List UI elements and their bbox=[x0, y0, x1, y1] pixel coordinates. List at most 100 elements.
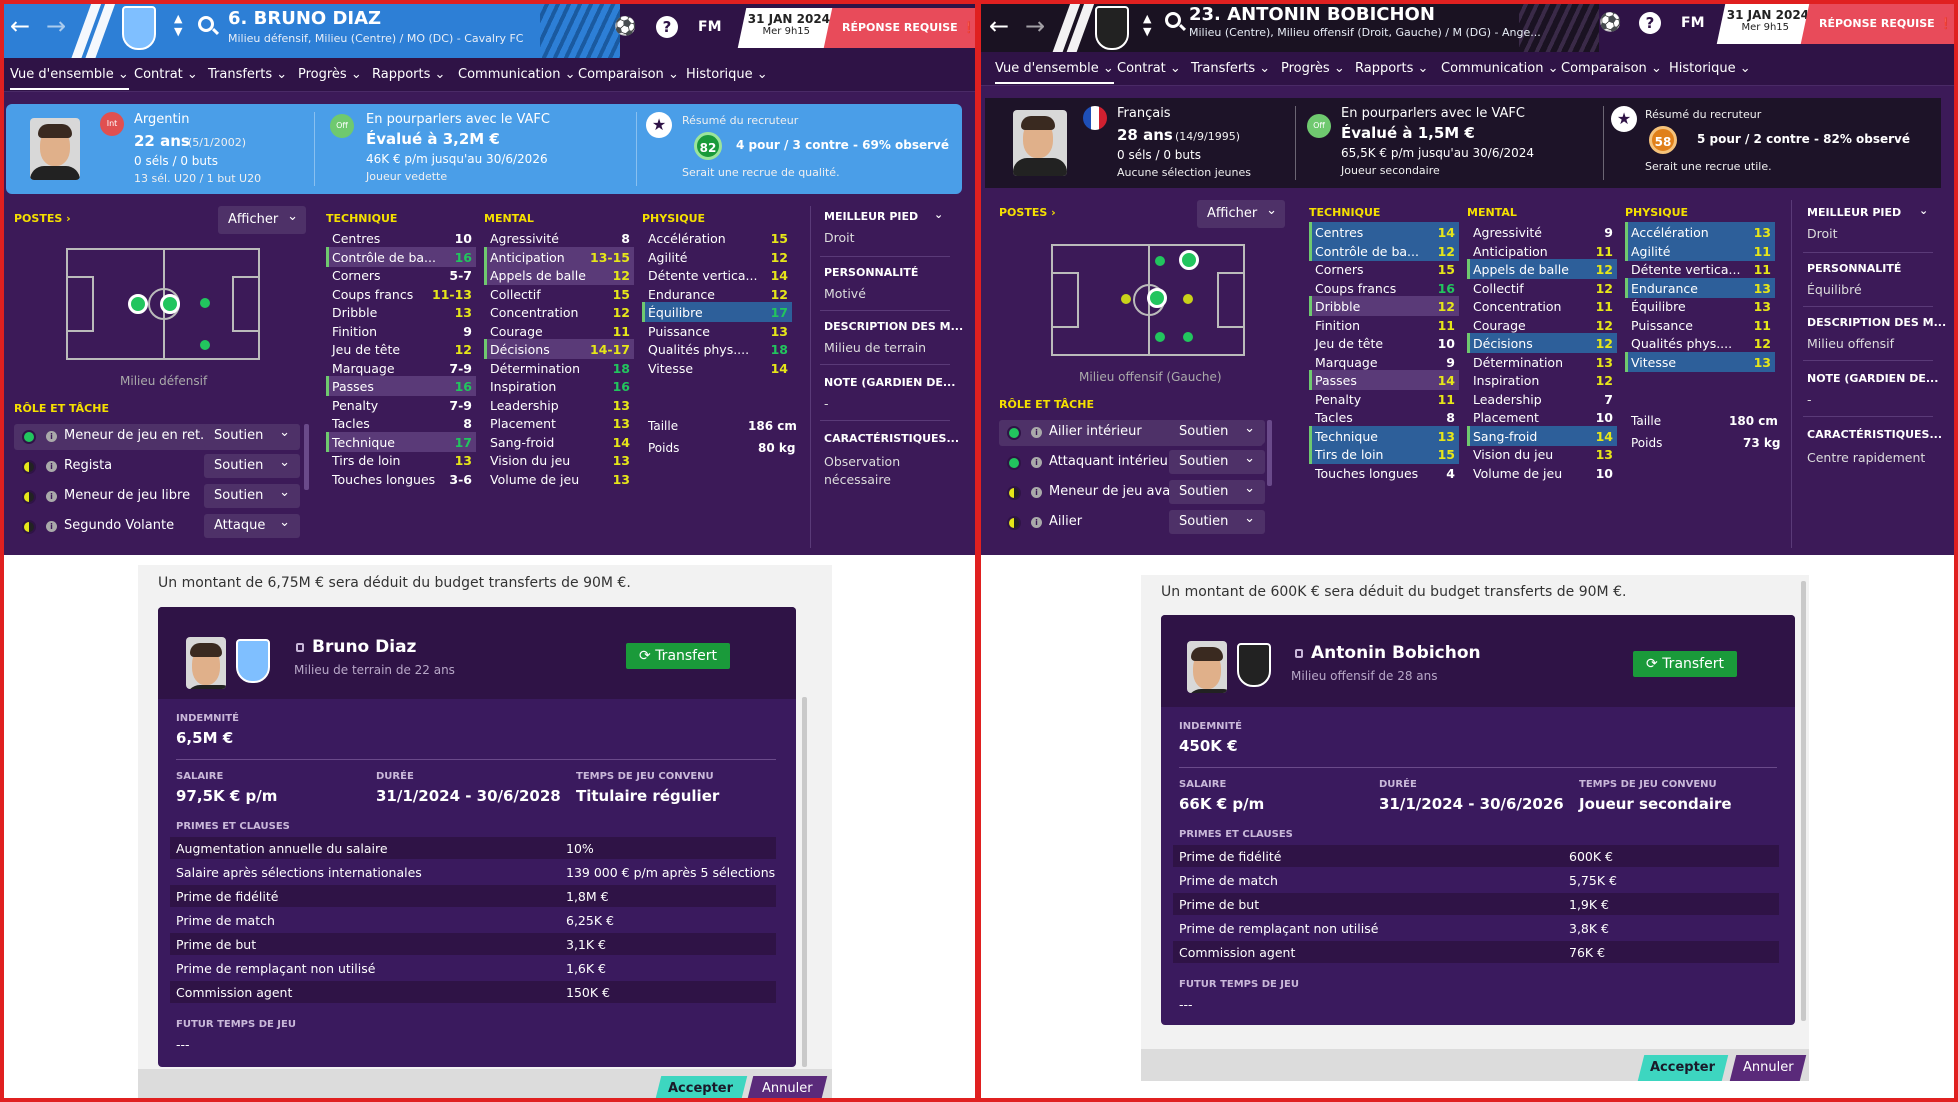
duty-dropdown[interactable]: Soutien bbox=[204, 481, 300, 508]
attribute-row[interactable]: Décisions 14-17 bbox=[484, 339, 634, 359]
attribute-row[interactable]: Jeu de tête 10 bbox=[1309, 333, 1459, 353]
attribute-row[interactable]: Détermination 18 bbox=[484, 358, 634, 378]
tab-history[interactable]: Historique ⌄ bbox=[686, 67, 768, 82]
role-item[interactable]: i Ailier Soutien bbox=[999, 507, 1265, 536]
fm-logo[interactable]: FM bbox=[698, 19, 722, 35]
attribute-row[interactable]: Jeu de tête 12 bbox=[326, 339, 476, 359]
attribute-row[interactable]: Tacles 8 bbox=[1309, 407, 1459, 427]
help-icon[interactable]: ? bbox=[656, 16, 678, 38]
attribute-row[interactable]: Équilibre 17 bbox=[642, 302, 792, 322]
attribute-row[interactable]: Qualités phys.... 12 bbox=[1625, 333, 1775, 353]
attribute-row[interactable]: Contrôle de ba... 16 bbox=[326, 246, 476, 267]
duty-dropdown[interactable]: Soutien bbox=[204, 421, 300, 448]
response-required-button[interactable]: RÉPONSE REQUISE ❗ bbox=[823, 8, 975, 48]
player-switch-icon[interactable]: ▲ ▼ bbox=[174, 12, 182, 38]
attribute-row[interactable]: Collectif 12 bbox=[1467, 278, 1617, 298]
info-icon[interactable]: i bbox=[46, 491, 57, 502]
roles-scrollbar[interactable] bbox=[304, 424, 309, 490]
tab-communication[interactable]: Communication ⌄ bbox=[458, 67, 576, 82]
tab-contract[interactable]: Contrat ⌄ bbox=[134, 67, 198, 82]
attribute-row[interactable]: Corners 15 bbox=[1309, 259, 1459, 279]
attribute-row[interactable]: Technique 17 bbox=[326, 431, 476, 452]
role-item[interactable]: i Meneur de jeu avancé Soutien bbox=[999, 477, 1265, 506]
duty-dropdown[interactable]: Soutien bbox=[204, 451, 300, 478]
search-icon[interactable] bbox=[198, 16, 214, 32]
attribute-row[interactable]: Agressivité 9 bbox=[1467, 222, 1617, 242]
tab-progress[interactable]: Progrès ⌄ bbox=[1281, 61, 1345, 76]
attribute-row[interactable]: Centres 14 bbox=[1309, 222, 1459, 242]
role-item[interactable]: i Attaquant intérieur Soutien bbox=[999, 447, 1265, 476]
attribute-row[interactable]: Agilité 11 bbox=[1625, 240, 1775, 261]
role-item[interactable]: i Regista Soutien bbox=[14, 451, 300, 480]
attribute-row[interactable]: Puissance 13 bbox=[642, 321, 792, 341]
accept-button[interactable]: Accepter bbox=[1637, 1055, 1729, 1081]
date-box[interactable]: 31 JAN 2024 Mer 9h15 bbox=[1716, 4, 1816, 44]
response-required-button[interactable]: RÉPONSE REQUISE ❗ bbox=[1800, 4, 1954, 44]
attribute-row[interactable]: Décisions 12 bbox=[1467, 333, 1617, 353]
transfer-button[interactable]: ⟳ Transfert bbox=[1633, 651, 1737, 677]
tab-history[interactable]: Historique ⌄ bbox=[1669, 61, 1751, 76]
attribute-row[interactable]: Coups francs 16 bbox=[1309, 278, 1459, 298]
attribute-row[interactable]: Accélération 15 bbox=[642, 228, 792, 248]
attribute-row[interactable]: Tirs de loin 13 bbox=[326, 450, 476, 470]
attribute-row[interactable]: Sang-froid 14 bbox=[484, 432, 634, 452]
attribute-row[interactable]: Placement 10 bbox=[1467, 407, 1617, 427]
cancel-button[interactable]: Annuler bbox=[1729, 1055, 1807, 1081]
attribute-row[interactable]: Tirs de loin 15 bbox=[1309, 444, 1459, 464]
attribute-row[interactable]: Passes 16 bbox=[326, 376, 476, 396]
attribute-row[interactable]: Équilibre 13 bbox=[1625, 296, 1775, 316]
attribute-row[interactable]: Leadership 7 bbox=[1467, 389, 1617, 409]
duty-dropdown[interactable]: Soutien bbox=[1169, 477, 1265, 504]
tab-reports[interactable]: Rapports ⌄ bbox=[1355, 61, 1428, 76]
dialog-scrollbar[interactable] bbox=[802, 697, 807, 1067]
attribute-row[interactable]: Vitesse 13 bbox=[1625, 351, 1775, 372]
attribute-row[interactable]: Centres 10 bbox=[326, 228, 476, 248]
attribute-row[interactable]: Placement 13 bbox=[484, 413, 634, 433]
attribute-row[interactable]: Touches longues 4 bbox=[1309, 463, 1459, 483]
attribute-row[interactable]: Finition 9 bbox=[326, 321, 476, 341]
attribute-row[interactable]: Marquage 7-9 bbox=[326, 358, 476, 378]
attribute-row[interactable]: Tacles 8 bbox=[326, 413, 476, 433]
attribute-row[interactable]: Courage 12 bbox=[1467, 315, 1617, 335]
role-item[interactable]: i Meneur de jeu libre Soutien bbox=[14, 481, 300, 510]
date-box[interactable]: 31 JAN 2024 Mer 9h15 bbox=[737, 8, 837, 48]
chevron-down-icon[interactable]: ⌄ bbox=[1919, 204, 1928, 217]
attribute-row[interactable]: Collectif 15 bbox=[484, 284, 634, 304]
tab-contract[interactable]: Contrat ⌄ bbox=[1117, 61, 1181, 76]
fm-logo[interactable]: FM bbox=[1681, 15, 1705, 31]
attribute-row[interactable]: Détente vertica... 11 bbox=[1625, 259, 1775, 279]
attribute-row[interactable]: Inspiration 16 bbox=[484, 376, 634, 396]
player-switch-icon[interactable]: ▲ ▼ bbox=[1143, 12, 1151, 38]
attribute-row[interactable]: Qualités phys.... 18 bbox=[642, 339, 792, 359]
info-icon[interactable]: i bbox=[1031, 457, 1042, 468]
attribute-row[interactable]: Finition 11 bbox=[1309, 315, 1459, 335]
attribute-row[interactable]: Dribble 13 bbox=[326, 302, 476, 322]
attribute-row[interactable]: Dribble 12 bbox=[1309, 296, 1459, 316]
attribute-row[interactable]: Appels de balle 12 bbox=[484, 265, 634, 285]
tab-comparison[interactable]: Comparaison ⌄ bbox=[1561, 61, 1662, 76]
duty-dropdown[interactable]: Attaque bbox=[204, 511, 300, 538]
info-icon[interactable]: i bbox=[46, 431, 57, 442]
role-item[interactable]: i Meneur de jeu en ret... Soutien bbox=[14, 421, 300, 450]
help-icon[interactable]: ? bbox=[1639, 12, 1661, 34]
role-item[interactable]: i Segundo Volante Attaque bbox=[14, 511, 300, 540]
search-icon[interactable] bbox=[1165, 12, 1181, 28]
attribute-row[interactable]: Vitesse 14 bbox=[642, 358, 792, 378]
attribute-row[interactable]: Courage 11 bbox=[484, 321, 634, 341]
attribute-row[interactable]: Agilité 12 bbox=[642, 247, 792, 267]
attribute-row[interactable]: Inspiration 12 bbox=[1467, 370, 1617, 390]
roles-scrollbar[interactable] bbox=[1267, 420, 1272, 486]
attribute-row[interactable]: Technique 13 bbox=[1309, 425, 1459, 446]
info-icon[interactable]: i bbox=[1031, 427, 1042, 438]
attribute-row[interactable]: Anticipation 11 bbox=[1467, 241, 1617, 261]
show-dropdown[interactable]: Afficher bbox=[218, 203, 306, 234]
tab-transfers[interactable]: Transferts ⌄ bbox=[1191, 61, 1270, 76]
transfer-button[interactable]: ⟳ Transfert bbox=[626, 643, 730, 669]
positions-title[interactable]: POSTES › bbox=[999, 206, 1056, 219]
attribute-row[interactable]: Concentration 11 bbox=[1467, 296, 1617, 316]
attribute-row[interactable]: Endurance 12 bbox=[642, 284, 792, 304]
tab-communication[interactable]: Communication ⌄ bbox=[1441, 61, 1559, 76]
football-icon[interactable]: ⚽ bbox=[1599, 12, 1621, 33]
attribute-row[interactable]: Coups francs 11-13 bbox=[326, 284, 476, 304]
back-arrow-icon[interactable]: ← bbox=[10, 14, 30, 38]
